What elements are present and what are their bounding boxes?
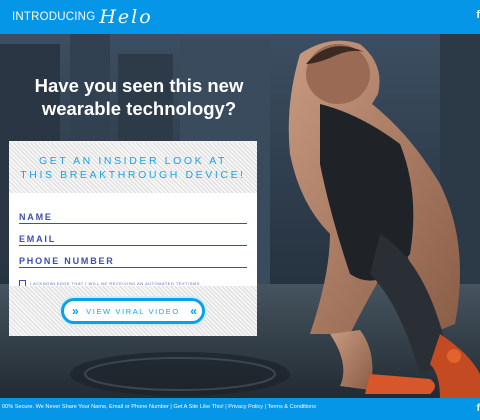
phone-field[interactable]: PHONE NUMBER	[19, 246, 247, 268]
top-bar: INTRODUCING Helo f	[0, 0, 480, 34]
headline-line-2: wearable technology?	[41, 98, 237, 119]
email-field-label: EMAIL	[19, 234, 56, 244]
form-heading-line-2: THIS BREAKTHROUGH DEVICE!	[20, 169, 246, 181]
lead-form: GET AN INSIDER LOOK AT THIS BREAKTHROUGH…	[9, 141, 257, 336]
brand-logo[interactable]: INTRODUCING Helo	[12, 5, 153, 29]
hero-section: Have you seen this new wearable technolo…	[0, 34, 480, 398]
form-heading: GET AN INSIDER LOOK AT THIS BREAKTHROUGH…	[9, 143, 257, 193]
cta-label: VIEW VIRAL VIDEO	[86, 306, 180, 316]
double-chevron-left-icon: «	[190, 304, 196, 318]
name-field[interactable]: NAME	[19, 202, 247, 224]
footer-links[interactable]: 00% Secure. We Never Share Your Name, Em…	[2, 404, 316, 410]
logo-intro-text: INTRODUCING	[12, 11, 96, 23]
double-chevron-right-icon: »	[72, 304, 78, 318]
phone-field-label: PHONE NUMBER	[19, 256, 115, 266]
logo-brand-text: Helo	[99, 5, 153, 28]
headline-line-1: Have you seen this new	[34, 75, 244, 96]
facebook-icon[interactable]: f	[476, 9, 480, 21]
email-field[interactable]: EMAIL	[19, 224, 247, 246]
hero-headline: Have you seen this new wearable technolo…	[10, 74, 268, 120]
view-viral-video-button[interactable]: » VIEW VIRAL VIDEO «	[61, 298, 205, 324]
facebook-icon[interactable]: f	[477, 403, 480, 414]
form-footer: » VIEW VIRAL VIDEO «	[9, 286, 257, 336]
form-heading-line-1: GET AN INSIDER LOOK AT	[38, 155, 228, 167]
footer-bar: 00% Secure. We Never Share Your Name, Em…	[0, 398, 480, 420]
name-field-label: NAME	[19, 212, 53, 222]
